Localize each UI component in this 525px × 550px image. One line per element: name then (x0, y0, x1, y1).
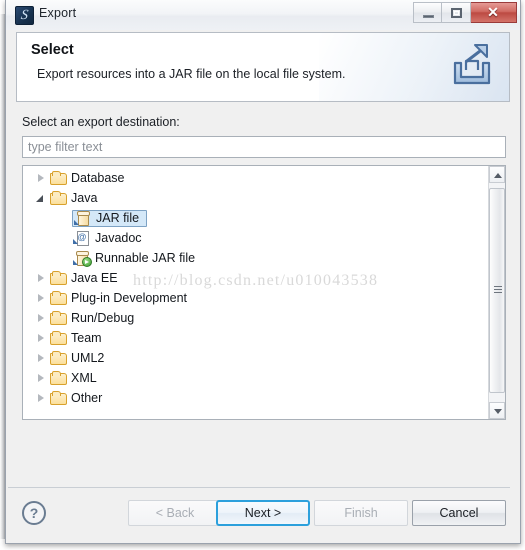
chevron-right-icon[interactable] (35, 372, 47, 384)
chevron-right-icon[interactable] (35, 392, 47, 404)
filter-placeholder: type filter text (28, 140, 103, 154)
page-title: Select (31, 42, 74, 58)
footer-separator (8, 487, 510, 488)
tree-item-label: Java EE (71, 271, 118, 285)
finish-button[interactable]: Finish (314, 500, 408, 526)
tree-item-run-debug[interactable]: Run/Debug (23, 308, 488, 328)
tree-item-label: Plug-in Development (71, 291, 188, 305)
scroll-up-button[interactable] (489, 166, 505, 183)
tree-item-database[interactable]: Database (23, 168, 488, 188)
minimize-button[interactable] (413, 2, 442, 23)
javadoc-icon: @ (73, 230, 91, 246)
folder-icon (49, 310, 67, 326)
filter-input[interactable]: type filter text (22, 136, 506, 158)
tree-item-label: Database (71, 171, 125, 185)
chevron-right-icon[interactable] (35, 272, 47, 284)
tree-vertical-scrollbar[interactable] (488, 166, 505, 419)
export-destination-tree[interactable]: Database Java JAR file @ Javadoc Runnabl… (22, 165, 506, 420)
window-title: Export (39, 6, 77, 20)
folder-icon (49, 370, 67, 386)
chevron-right-icon[interactable] (35, 172, 47, 184)
tree-item-label: Java (71, 191, 98, 205)
chevron-down-icon[interactable] (35, 192, 47, 204)
title-bar[interactable]: S Export ✕ (5, 0, 521, 30)
minimize-icon (423, 15, 434, 18)
folder-icon (49, 330, 67, 346)
chevron-right-icon[interactable] (35, 352, 47, 364)
eclipse-icon-glyph: S (19, 8, 30, 23)
tree-item-label: Other (71, 391, 103, 405)
tree-item-label: JAR file (96, 211, 140, 225)
scrollbar-thumb[interactable] (489, 188, 505, 393)
runnable-jar-icon (73, 250, 92, 267)
tree-item-xml[interactable]: XML (23, 368, 488, 388)
close-icon: ✕ (487, 4, 499, 20)
jar-icon (74, 210, 92, 226)
tree-item-label: Team (71, 331, 102, 345)
page-description: Export resources into a JAR file on the … (37, 67, 346, 81)
chevron-right-icon[interactable] (35, 312, 47, 324)
scroll-up-icon (494, 173, 502, 178)
tree-item-runnable-jar-file[interactable]: Runnable JAR file (23, 248, 488, 268)
eclipse-icon: S (15, 6, 34, 25)
tree-item-java-ee[interactable]: Java EE (23, 268, 488, 288)
chevron-right-icon[interactable] (35, 332, 47, 344)
next-button[interactable]: Next > (216, 500, 310, 526)
tree-item-plug-in-development[interactable]: Plug-in Development (23, 288, 488, 308)
tree-item-team[interactable]: Team (23, 328, 488, 348)
cancel-button[interactable]: Cancel (412, 500, 506, 526)
tree-item-label: UML2 (71, 351, 105, 365)
help-icon[interactable]: ? (22, 501, 46, 525)
tree-item-javadoc[interactable]: @ Javadoc (23, 228, 488, 248)
wizard-header: Select Export resources into a JAR file … (16, 32, 510, 102)
tree-item-label: Javadoc (95, 231, 142, 245)
tree-item-label: Runnable JAR file (95, 251, 196, 265)
tree-rows: Database Java JAR file @ Javadoc Runnabl… (23, 168, 488, 418)
tree-item-jar-file[interactable]: JAR file (23, 208, 488, 228)
back-button[interactable]: < Back (128, 500, 222, 526)
export-arrow-icon (453, 44, 491, 85)
scrollbar-grip-icon (494, 285, 502, 296)
folder-icon (49, 170, 67, 186)
tree-item-other[interactable]: Other (23, 388, 488, 408)
window-controls: ✕ (413, 2, 517, 23)
scroll-down-icon (494, 409, 502, 414)
folder-icon (49, 350, 67, 366)
scroll-down-button[interactable] (489, 402, 505, 419)
folder-icon (49, 390, 67, 406)
destination-label: Select an export destination: (22, 115, 180, 129)
restore-icon (451, 8, 462, 18)
dialog-button-bar: ? < Back Next > Finish Cancel (0, 490, 521, 544)
selection-highlight: JAR file (72, 209, 148, 227)
folder-icon (49, 290, 67, 306)
folder-icon (49, 190, 67, 206)
tree-item-label: Run/Debug (71, 311, 135, 325)
export-dialog: S Export ✕ Select Export resources into … (0, 0, 525, 550)
chevron-right-icon[interactable] (35, 292, 47, 304)
tree-item-label: XML (71, 371, 97, 385)
tree-item-uml2[interactable]: UML2 (23, 348, 488, 368)
wizard-body: Select an export destination: type filte… (16, 103, 510, 478)
close-button[interactable]: ✕ (471, 2, 517, 23)
tree-item-java[interactable]: Java (23, 188, 488, 208)
folder-icon (49, 270, 67, 286)
maximize-button[interactable] (442, 2, 471, 23)
